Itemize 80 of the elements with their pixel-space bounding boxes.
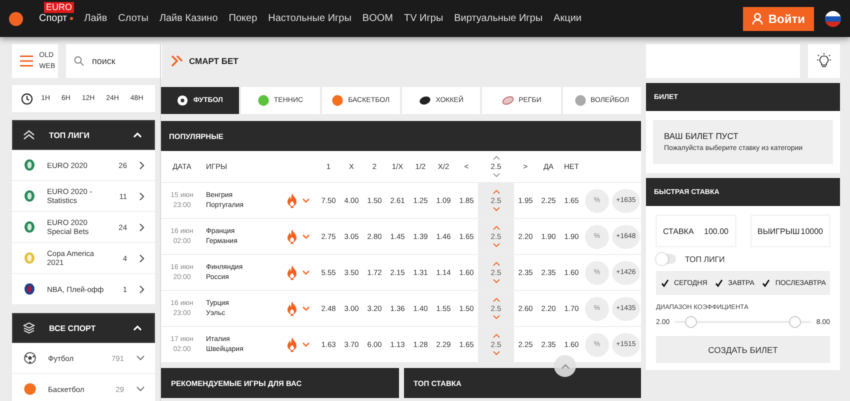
layers-icon (23, 322, 35, 334)
nav-link[interactable]: Виртуальные Игры (454, 13, 543, 24)
ball-icon (24, 383, 36, 395)
flame-icon (286, 337, 296, 352)
smart-bet-logo-icon (171, 55, 183, 67)
nav-link[interactable]: BOOM (362, 13, 393, 24)
chevron-down-icon (136, 355, 145, 361)
chevron-right-icon (139, 284, 145, 294)
slider-handle[interactable] (685, 316, 698, 328)
nav-link[interactable]: Акции (554, 13, 582, 24)
toggle-switch[interactable] (656, 254, 676, 264)
section-header[interactable]: ВСЕ СПОРТ (12, 313, 155, 343)
double-chevron-icon (23, 130, 35, 140)
create-ticket-button[interactable]: СОЗДАТЬ БИЛЕТ (656, 336, 830, 363)
nav-link[interactable]: Спорт (39, 13, 74, 24)
chevron-right-icon (139, 192, 145, 200)
search-icon (74, 56, 84, 66)
chevron-right-icon (139, 160, 145, 170)
empty-title: ВАШ БИЛЕТ ПУСТ (664, 131, 740, 141)
chevron-up-icon (492, 334, 500, 338)
search-field[interactable]: поиск (66, 44, 162, 78)
chevron-up-icon (492, 226, 500, 230)
chevron-down-icon (136, 386, 145, 392)
chevron-right-icon (139, 254, 145, 262)
chevron-down-icon (492, 207, 500, 211)
scroll-top-button[interactable] (554, 355, 576, 377)
chevron-up-icon (492, 156, 500, 160)
section-title: ВСЕ СПОРТ (49, 324, 97, 332)
ball-icon (574, 95, 586, 106)
light-bulb-icon (817, 53, 831, 69)
ball-icon (332, 95, 344, 106)
chevron-up-icon (492, 262, 500, 266)
menu-icon (20, 55, 34, 67)
nav-link[interactable]: Слоты (118, 13, 148, 24)
chevron-down-icon[interactable] (302, 306, 310, 311)
toggle-label: ТОП ЛИГИ (685, 254, 725, 264)
chevron-down-icon[interactable] (302, 198, 310, 203)
section-title: ТОП ЛИГИ (49, 130, 91, 140)
ball-icon (258, 95, 269, 106)
chevron-down-icon (492, 173, 500, 177)
soccer-ball-icon (177, 95, 188, 106)
league-logo-icon (24, 190, 35, 202)
nav-link[interactable]: Лайв (84, 13, 108, 24)
win-field[interactable]: ВЫИГРЫШ 10000 (750, 215, 830, 247)
chevron-down-icon (492, 351, 500, 355)
slider-handle[interactable] (788, 316, 801, 328)
flame-icon (286, 193, 296, 208)
flame-icon (286, 301, 296, 316)
puck-icon (418, 96, 431, 105)
logo-icon[interactable] (9, 12, 23, 26)
chevron-up-icon (560, 364, 570, 368)
nav-link[interactable]: TV Игры (404, 13, 444, 24)
euro-badge: EURO (44, 2, 74, 13)
chevron-right-icon (139, 222, 145, 232)
section-header[interactable]: ТОП ЛИГИ (12, 120, 155, 150)
rugby-ball-icon (502, 96, 514, 105)
chevron-down-icon (492, 243, 500, 247)
league-logo-icon (24, 283, 35, 295)
chevron-down-icon (492, 279, 500, 283)
clock-icon (20, 92, 33, 104)
nav-link[interactable]: Настольные Игры (268, 13, 352, 24)
flag-icon[interactable] (825, 10, 841, 26)
page-title: СМАРТ БЕТ (189, 56, 238, 66)
league-logo-icon (24, 252, 35, 264)
chevron-down-icon[interactable] (302, 234, 310, 239)
league-logo-icon (24, 221, 35, 233)
flame-icon (286, 265, 296, 280)
league-logo-icon (24, 159, 35, 171)
chevron-down-icon (492, 315, 500, 319)
chevron-up-icon (492, 298, 500, 302)
nav-link[interactable]: Покер (228, 13, 258, 24)
theme-button[interactable] (808, 44, 840, 78)
chevron-down-icon[interactable] (302, 342, 310, 347)
flame-icon (286, 229, 296, 244)
user-icon (752, 12, 764, 24)
soccer-ball-icon (24, 352, 36, 364)
nav-link[interactable]: Лайв Казино (159, 13, 218, 24)
stake-field[interactable]: СТАВКА 100.00 (656, 215, 736, 247)
chevron-up-icon (492, 190, 500, 194)
chevron-down-icon[interactable] (302, 270, 310, 275)
